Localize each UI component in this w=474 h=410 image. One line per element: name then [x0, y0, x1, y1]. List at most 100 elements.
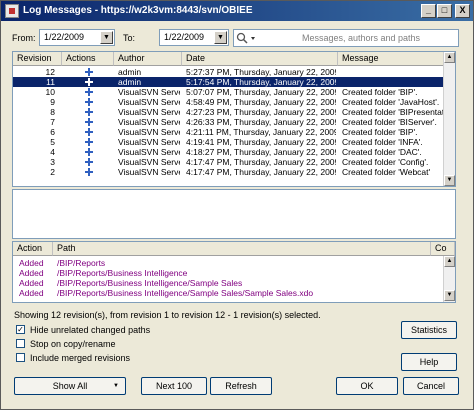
table-row[interactable]: 10 VisualSVN Server 5:07:07 PM, Thursday, … [13, 87, 445, 97]
to-date-picker[interactable]: 1/22/2009 ▼ [159, 29, 229, 46]
date-cell: 4:27:23 PM, Thursday, January 22, 2009 [186, 107, 336, 117]
author-cell: VisualSVN Server [118, 117, 180, 127]
search-placeholder: Messages, authors and paths [301, 33, 421, 43]
window-title: Log Messages - https://w2k3vm:8443/svn/O… [23, 5, 253, 16]
column-header-path[interactable]: Path [53, 242, 431, 256]
list-item[interactable]: Added/BIP/Reports [13, 258, 443, 268]
include-merged-label[interactable]: Include merged revisions [30, 353, 130, 363]
to-date-value: 1/22/2009 [164, 32, 205, 42]
path-cell: /BIP/Reports/Business Intelligence [57, 268, 188, 278]
add-plus-icon [85, 138, 93, 146]
include-merged-checkbox[interactable] [16, 353, 25, 362]
chevron-down-icon[interactable]: ▼ [113, 378, 119, 394]
column-header-date[interactable]: Date [182, 52, 338, 66]
stop-on-copy-label[interactable]: Stop on copy/rename [30, 339, 116, 349]
show-all-button[interactable]: Show All ▼ [14, 377, 126, 395]
table-row[interactable]: 8 VisualSVN Server 4:27:23 PM, Thursday, J… [13, 107, 445, 117]
statistics-button[interactable]: Statistics [401, 321, 457, 339]
list-item[interactable]: Added/BIP/Reports/Business Intelligence/… [13, 288, 443, 298]
table-row[interactable]: 3 VisualSVN Server 4:17:47 PM, Thursday, J… [13, 157, 445, 167]
close-button[interactable]: X [455, 4, 470, 18]
table-row[interactable]: 9 VisualSVN Server 4:58:49 PM, Thursday, J… [13, 97, 445, 107]
path-cell: /BIP/Reports [57, 258, 106, 268]
search-icon[interactable] [236, 32, 258, 44]
changed-paths-table: Action Path Co Added/BIP/Reports Added/BI… [12, 241, 456, 303]
revision-cell: 4 [50, 147, 55, 157]
status-text: Showing 12 revision(s), from revision 1 … [14, 310, 321, 320]
message-cell: Created folder 'BIP'. [342, 127, 418, 137]
author-cell: VisualSVN Server [118, 97, 180, 107]
list-item[interactable]: Added/BIP/Reports/Business Intelligence/… [13, 278, 443, 288]
ok-button[interactable]: OK [336, 377, 398, 395]
column-header-copy[interactable]: Co [431, 242, 455, 256]
cancel-button[interactable]: Cancel [403, 377, 459, 395]
app-icon [5, 4, 19, 18]
log-scrollbar[interactable]: ▲ ▼ [443, 52, 455, 186]
revision-cell: 3 [50, 157, 55, 167]
revision-cell: 6 [50, 127, 55, 137]
message-cell: Created folder 'BIPresentation [342, 107, 443, 117]
stop-on-copy-checkbox[interactable] [16, 339, 25, 348]
message-cell: Created folder 'BIServer'. [342, 117, 437, 127]
column-header-revision[interactable]: Revision [13, 52, 62, 66]
table-row[interactable]: 12 admin 5:27:37 PM, Thursday, January 22,… [13, 67, 445, 77]
action-cell: Added [19, 268, 44, 278]
maximize-button[interactable]: □ [437, 4, 452, 18]
date-cell: 4:17:47 PM, Thursday, January 22, 2009 [186, 157, 336, 167]
column-header-action[interactable]: Action [13, 242, 53, 256]
revision-cell: 2 [50, 167, 55, 177]
message-cell [342, 77, 443, 87]
next-100-button[interactable]: Next 100 [141, 377, 207, 395]
revision-cell: 7 [50, 117, 55, 127]
from-label: From: [12, 33, 36, 43]
list-item[interactable]: Added/BIP/Reports/Business Intelligence [13, 268, 443, 278]
hide-unrelated-label[interactable]: Hide unrelated changed paths [30, 325, 150, 335]
action-cell: Added [19, 288, 44, 298]
scroll-down-icon[interactable]: ▼ [444, 290, 455, 301]
table-row[interactable]: 5 VisualSVN Server 4:19:41 PM, Thursday, J… [13, 137, 445, 147]
scroll-up-icon[interactable]: ▲ [444, 256, 455, 267]
paths-scrollbar[interactable]: ▲ ▼ [443, 256, 455, 302]
revision-cell: 11 [46, 77, 55, 87]
action-cell: Added [19, 258, 44, 268]
message-cell: Created folder 'JavaHost'. [342, 97, 440, 107]
chevron-down-icon[interactable]: ▼ [214, 31, 227, 44]
date-cell: 4:19:41 PM, Thursday, January 22, 2009 [186, 137, 336, 147]
author-cell: VisualSVN Server [118, 127, 180, 137]
table-row[interactable]: 7 VisualSVN Server 4:26:33 PM, Thursday, J… [13, 117, 445, 127]
date-cell: 4:26:33 PM, Thursday, January 22, 2009 [186, 117, 336, 127]
scroll-up-icon[interactable]: ▲ [444, 52, 455, 63]
help-button[interactable]: Help [401, 353, 457, 371]
log-messages-window: Log Messages - https://w2k3vm:8443/svn/O… [0, 0, 474, 410]
table-row[interactable]: 6 VisualSVN Server 4:21:11 PM, Thursday, J… [13, 127, 445, 137]
date-cell: 4:17:47 PM, Thursday, January 22, 2009 [186, 167, 336, 177]
log-table: Revision Actions Author Date Message 12 a… [12, 51, 456, 187]
add-plus-icon [85, 68, 93, 76]
table-row[interactable]: 11 admin 5:17:54 PM, Thursday, January 22,… [13, 77, 445, 87]
add-plus-icon [85, 88, 93, 96]
hide-unrelated-checkbox[interactable]: ✓ [16, 325, 25, 334]
refresh-button[interactable]: Refresh [210, 377, 272, 395]
table-row[interactable]: 2 VisualSVN Server 4:17:47 PM, Thursday, J… [13, 167, 445, 177]
date-cell: 5:27:37 PM, Thursday, January 22, 2009 [186, 67, 336, 77]
author-cell: VisualSVN Server [118, 157, 180, 167]
from-date-picker[interactable]: 1/22/2009 ▼ [39, 29, 115, 46]
column-header-actions[interactable]: Actions [62, 52, 114, 66]
scroll-down-icon[interactable]: ▼ [444, 175, 455, 186]
revision-cell: 10 [45, 87, 55, 97]
message-cell: Created folder 'INFA'. [342, 137, 423, 147]
table-row[interactable]: 4 VisualSVN Server 4:18:27 PM, Thursday, J… [13, 147, 445, 157]
message-cell [342, 67, 443, 77]
minimize-button[interactable]: _ [421, 4, 436, 18]
column-header-author[interactable]: Author [114, 52, 182, 66]
to-label: To: [123, 33, 136, 43]
message-cell: Created folder 'BIP'. [342, 87, 418, 97]
message-cell: Created folder 'DAC'. [342, 147, 422, 157]
column-header-message[interactable]: Message [338, 52, 445, 66]
message-cell: Created folder 'Webcat' [342, 167, 431, 177]
chevron-down-icon[interactable]: ▼ [100, 31, 113, 44]
message-detail-box[interactable] [12, 189, 456, 239]
title-bar[interactable]: Log Messages - https://w2k3vm:8443/svn/O… [1, 1, 473, 21]
search-input[interactable]: Messages, authors and paths [233, 29, 459, 47]
author-cell: VisualSVN Server [118, 167, 180, 177]
